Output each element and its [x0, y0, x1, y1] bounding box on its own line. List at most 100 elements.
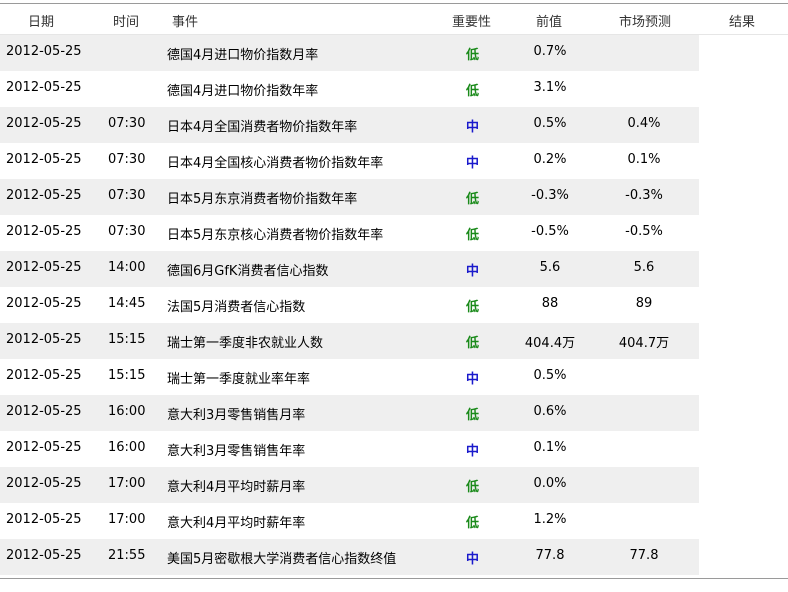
row-date: 2012-05-25 — [6, 476, 82, 491]
table-row[interactable]: 2012-05-25 14:00 德国6月GfK消费者信心指数 中 5.6 5.6 — [0, 251, 699, 287]
row-event: 日本4月全国核心消费者物价指数年率 — [167, 156, 384, 171]
table-row[interactable]: 2012-05-25 21:55 美国5月密歇根大学消费者信心指数终值 中 77.8 77… — [0, 539, 699, 575]
row-importance: 低 — [466, 228, 480, 243]
row-importance: 中 — [466, 120, 480, 135]
row-forecast: -0.3% — [625, 188, 663, 203]
row-importance: 低 — [466, 336, 480, 351]
row-previous: 3.1% — [533, 80, 567, 95]
header-previous[interactable]: 前值 — [536, 11, 562, 30]
row-previous: 0.0% — [533, 476, 567, 491]
row-importance: 低 — [466, 84, 480, 99]
row-importance: 中 — [466, 156, 480, 171]
row-date: 2012-05-25 — [6, 548, 82, 563]
table-row[interactable]: 2012-05-25 15:15 瑞士第一季度就业率年率 中 0.5% — [0, 359, 699, 395]
table-row[interactable]: 2012-05-25 15:15 瑞士第一季度非农就业人数 低 404.4万 404.7万 — [0, 323, 699, 359]
table-body: 2012-05-25 德国4月进口物价指数月率低 0.7% 2012-05-25 德国4… — [0, 35, 788, 575]
row-time: 14:45 — [108, 296, 146, 311]
row-event: 瑞士第一季度就业率年率 — [167, 372, 311, 387]
table-row[interactable]: 2012-05-25 16:00 意大利3月零售销售年率 中 0.1% — [0, 431, 699, 467]
row-event: 德国6月GfK消费者信心指数 — [167, 264, 329, 279]
table-row[interactable]: 2012-05-25 17:00 意大利4月平均时薪年率 低 1.2% — [0, 503, 699, 539]
row-time: 16:00 — [108, 404, 146, 419]
row-importance: 中 — [466, 264, 480, 279]
row-date: 2012-05-25 — [6, 512, 82, 527]
row-importance: 低 — [466, 48, 480, 63]
row-previous: 0.7% — [533, 44, 567, 59]
header-importance[interactable]: 重要性 — [452, 11, 491, 30]
row-date: 2012-05-25 — [6, 440, 82, 455]
row-forecast: 89 — [635, 296, 653, 311]
table-row[interactable]: 2012-05-25 07:30 日本4月全国核心消费者物价指数年率 中 0.2% 0.1… — [0, 143, 699, 179]
row-forecast: 404.7万 — [618, 336, 670, 351]
row-time: 15:15 — [108, 368, 146, 383]
row-event: 日本4月全国消费者物价指数年率 — [167, 120, 358, 135]
row-time: 15:15 — [108, 332, 146, 347]
table-row[interactable]: 2012-05-25 07:30 日本5月东京消费者物价指数年率 低 -0.3% -0.3… — [0, 179, 699, 215]
row-date: 2012-05-25 — [6, 116, 82, 131]
row-date: 2012-05-25 — [6, 188, 82, 203]
table-row[interactable]: 2012-05-25 14:45 法国5月消费者信心指数 低 88 89 — [0, 287, 699, 323]
row-importance: 低 — [466, 480, 480, 495]
header-forecast[interactable]: 市场预测 — [619, 11, 671, 30]
row-event: 瑞士第一季度非农就业人数 — [167, 336, 324, 351]
header-event[interactable]: 事件 — [172, 11, 198, 30]
row-event: 意大利3月零售销售年率 — [167, 444, 306, 459]
table-header: 日期 时间 事件 重要性 前值 市场预测 结果 — [0, 3, 788, 35]
row-event: 德国4月进口物价指数月率 — [167, 48, 319, 63]
row-date: 2012-05-25 — [6, 152, 82, 167]
table-row[interactable]: 2012-05-25 德国4月进口物价指数年率 低 3.1% — [0, 71, 699, 107]
row-time: 07:30 — [108, 116, 146, 131]
row-date: 2012-05-25 — [6, 404, 82, 419]
row-importance: 中 — [466, 444, 480, 459]
row-time: 16:00 — [108, 440, 146, 455]
row-forecast: 0.4% — [627, 116, 661, 131]
row-forecast: 77.8 — [629, 548, 659, 563]
row-event: 法国5月消费者信心指数 — [167, 300, 306, 315]
row-forecast: -0.5% — [625, 224, 663, 239]
row-date: 2012-05-25 — [6, 44, 82, 59]
row-previous: 0.5% — [533, 368, 567, 383]
row-event: 日本5月东京消费者物价指数年率 — [167, 192, 358, 207]
row-previous: 77.8 — [535, 548, 565, 563]
row-date: 2012-05-25 — [6, 296, 82, 311]
header-date[interactable]: 日期 — [28, 11, 54, 30]
row-previous: 404.4万 — [524, 336, 576, 351]
row-time: 21:55 — [108, 548, 146, 563]
row-date: 2012-05-25 — [6, 332, 82, 347]
row-event: 意大利4月平均时薪年率 — [167, 516, 306, 531]
row-date: 2012-05-25 — [6, 224, 82, 239]
row-date: 2012-05-25 — [6, 80, 82, 95]
row-importance: 低 — [466, 300, 480, 315]
row-event: 意大利4月平均时薪月率 — [167, 480, 306, 495]
table-row[interactable]: 2012-05-25 德国4月进口物价指数月率 低 0.7% — [0, 35, 699, 71]
table-bottom-border — [0, 578, 788, 579]
header-result[interactable]: 结果 — [729, 11, 755, 30]
table-row[interactable]: 2012-05-25 07:30 日本5月东京核心消费者物价指数年率 低 -0.5% -0… — [0, 215, 699, 251]
row-time: 07:30 — [108, 224, 146, 239]
row-importance: 低 — [466, 408, 480, 423]
table-row[interactable]: 2012-05-25 16:00 意大利3月零售销售月率 低 0.6% — [0, 395, 699, 431]
row-importance: 低 — [466, 192, 480, 207]
table-row[interactable]: 2012-05-25 07:30 日本4月全国消费者物价指数年率 中 0.5% 0.4% — [0, 107, 699, 143]
table-row[interactable]: 2012-05-25 17:00 意大利4月平均时薪月率 低 0.0% — [0, 467, 699, 503]
row-forecast: 5.6 — [633, 260, 655, 275]
row-time: 07:30 — [108, 188, 146, 203]
row-previous: -0.3% — [531, 188, 569, 203]
row-date: 2012-05-25 — [6, 368, 82, 383]
row-previous: 0.5% — [533, 116, 567, 131]
row-previous: 5.6 — [539, 260, 561, 275]
row-previous: 0.1% — [533, 440, 567, 455]
row-event: 日本5月东京核心消费者物价指数年率 — [167, 228, 384, 243]
row-previous: 1.2% — [533, 512, 567, 527]
row-time: 17:00 — [108, 476, 146, 491]
header-time[interactable]: 时间 — [113, 11, 139, 30]
row-event: 意大利3月零售销售月率 — [167, 408, 306, 423]
row-importance: 中 — [466, 372, 480, 387]
row-event: 美国5月密歇根大学消费者信心指数终值 — [167, 552, 397, 567]
row-forecast: 0.1% — [627, 152, 661, 167]
economic-calendar-table: 日期 时间 事件 重要性 前值 市场预测 结果 2012-05-25 德国4月进口… — [0, 3, 788, 575]
row-importance: 低 — [466, 516, 480, 531]
row-time: 17:00 — [108, 512, 146, 527]
row-time: 07:30 — [108, 152, 146, 167]
row-time: 14:00 — [108, 260, 146, 275]
